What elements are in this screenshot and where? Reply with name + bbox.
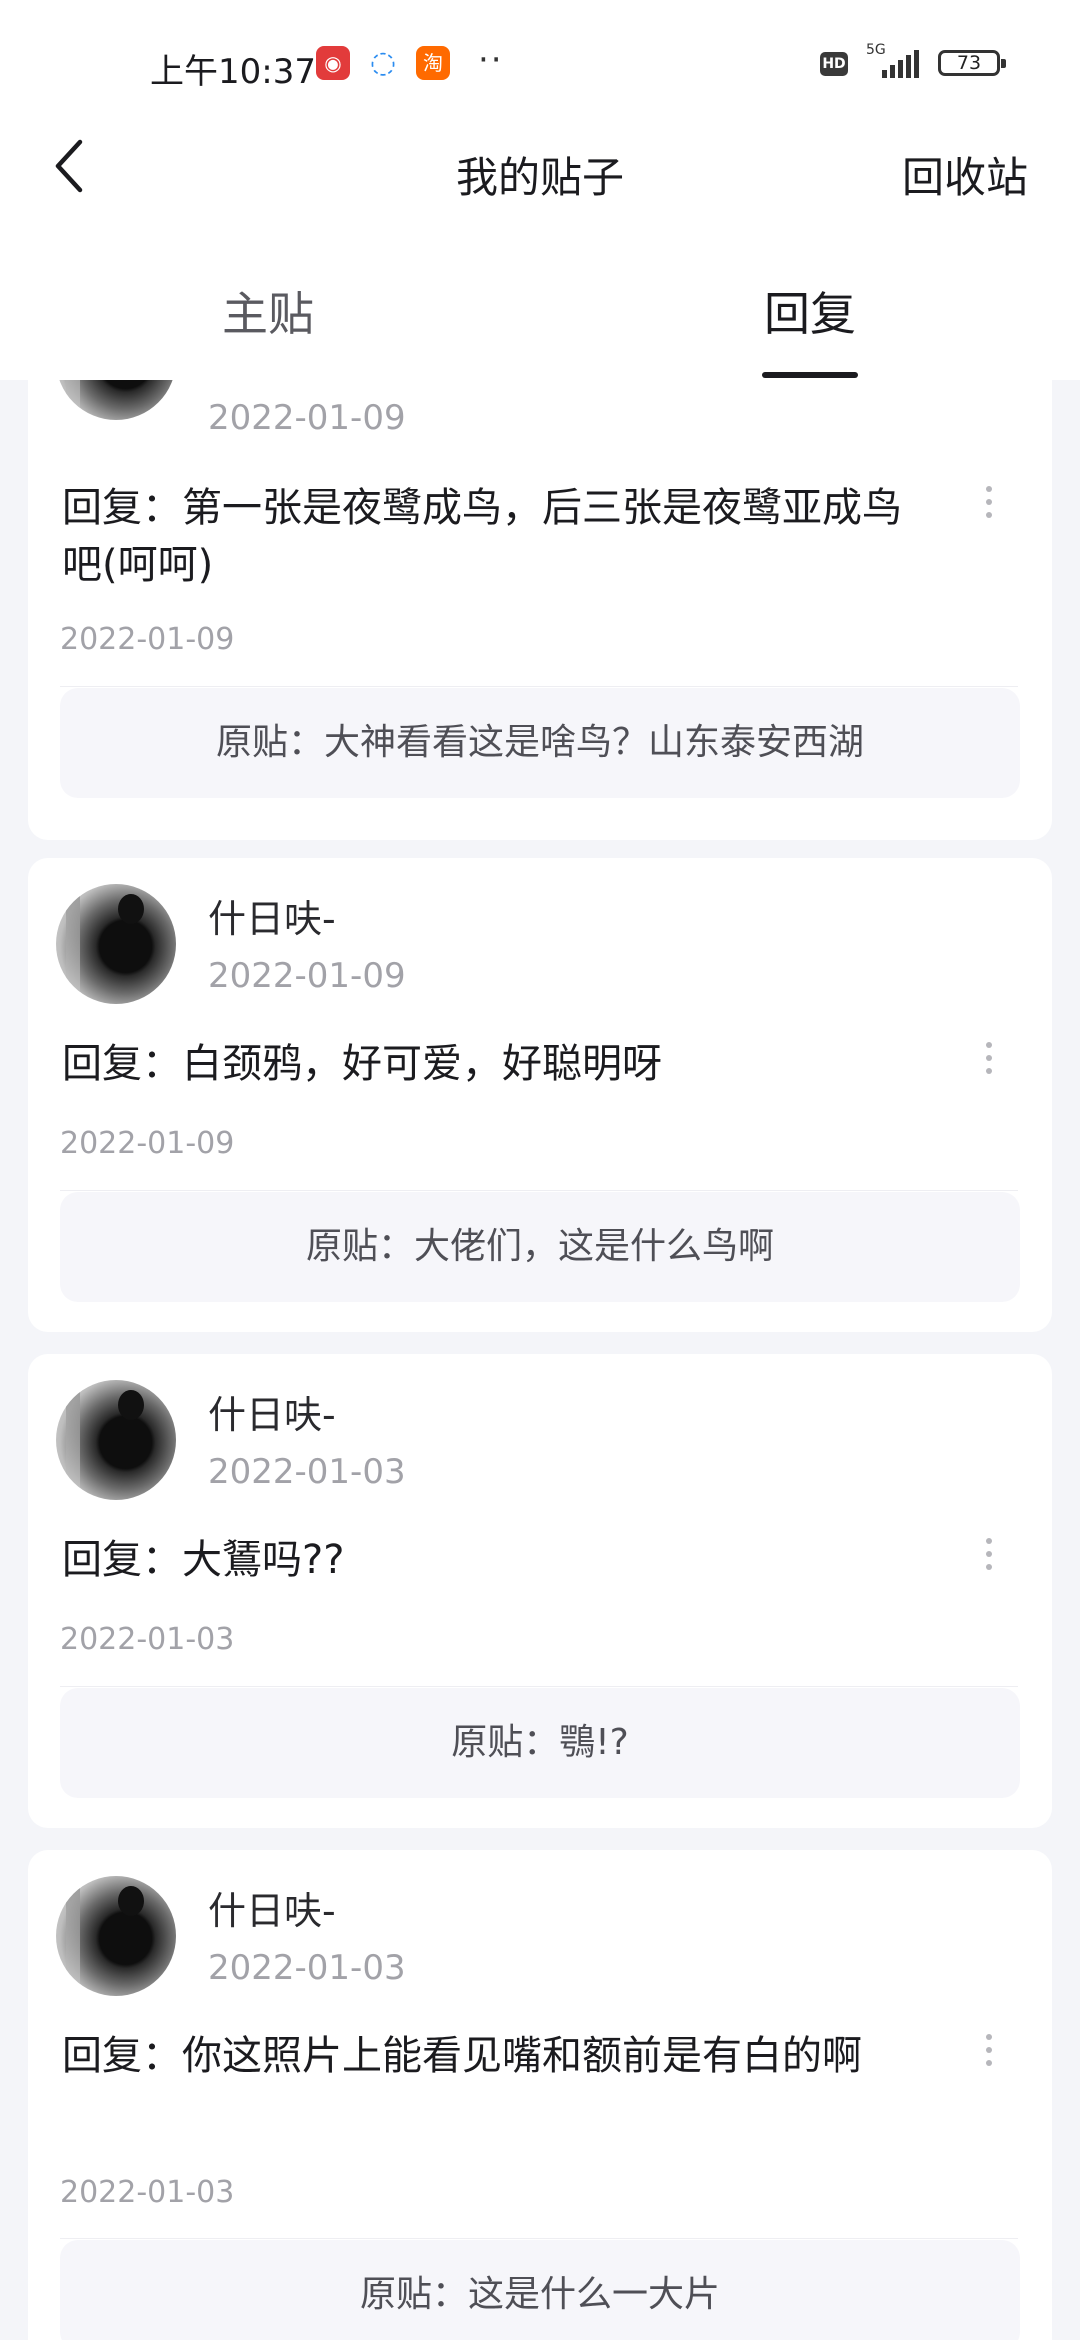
status-time: 上午10:37 [150,52,316,92]
post-time: 2022-01-09 [208,956,406,996]
reply-text[interactable]: 回复：你这照片上能看见嘴和额前是有白的啊 [62,2028,922,2085]
original-post-link[interactable]: 原贴：大佬们，这是什么鸟啊 [60,1192,1020,1302]
original-post-link[interactable]: 原贴：大神看看这是啥鸟？山东泰安西湖 [60,688,1020,798]
divider [60,1190,1018,1191]
reply-text[interactable]: 回复：白颈鸦，好可爱，好聪明呀 [62,1036,922,1093]
reply-list: 2022-01-09 回复：第一张是夜鹭成鸟，后三张是夜鹭亚成鸟吧(呵呵) 20… [0,380,1080,2340]
more-options-icon[interactable] [986,2034,994,2073]
tab-main-posts[interactable]: 主贴 [222,278,314,344]
netease-music-icon: ◉ [316,46,350,80]
more-options-icon[interactable] [986,1538,994,1577]
author-name[interactable]: 什日呋- [208,1384,336,1439]
more-options-icon[interactable] [986,486,994,525]
avatar[interactable] [56,1876,176,1996]
list-item[interactable]: 什日呋- 2022-01-03 回复：你这照片上能看见嘴和额前是有白的啊 202… [28,1850,1052,2340]
divider [60,1686,1018,1687]
list-item[interactable]: 什日呋- 2022-01-09 回复：白颈鸦，好可爱，好聪明呀 2022-01-… [28,858,1052,1332]
avatar[interactable] [56,884,176,1004]
taobao-icon: 淘 [416,46,450,80]
divider [60,686,1018,687]
browser-icon: ◌ [366,46,400,80]
status-bar: 上午10:37 ◉ ◌ 淘 ·· HD 5G 73 [0,0,1080,130]
divider [60,2238,1018,2239]
list-item[interactable]: 什日呋- 2022-01-03 回复：大鵟吗?? 2022-01-03 原贴：鶚… [28,1354,1052,1828]
more-options-icon[interactable] [986,1042,994,1081]
list-item[interactable]: 2022-01-09 回复：第一张是夜鹭成鸟，后三张是夜鹭亚成鸟吧(呵呵) 20… [28,380,1052,840]
post-time: 2022-01-03 [208,1948,406,1988]
avatar[interactable] [56,1380,176,1500]
reply-time: 2022-01-09 [60,1126,235,1161]
reply-time: 2022-01-03 [60,2175,235,2210]
signal-icon [882,50,919,78]
reply-text[interactable]: 回复：第一张是夜鹭成鸟，后三张是夜鹭亚成鸟吧(呵呵) [62,480,922,594]
author-name[interactable]: 什日呋- [208,1880,336,1935]
avatar[interactable] [56,380,176,420]
active-tab-indicator [762,372,858,378]
tab-replies[interactable]: 回复 [764,278,856,344]
author-name[interactable]: 什日呋- [208,888,336,943]
recycle-bin-button[interactable]: 回收站 [902,144,1028,205]
original-post-link[interactable]: 原贴：这是什么一大片 [60,2240,1020,2340]
reply-text[interactable]: 回复：大鵟吗?? [62,1532,922,1589]
reply-time: 2022-01-09 [60,622,235,657]
app-header: 我的贴子 回收站 主贴 回复 [0,130,1080,380]
battery-icon: 73 [938,50,1006,76]
original-post-link[interactable]: 原贴：鶚!? [60,1688,1020,1798]
post-time: 2022-01-03 [208,1452,406,1492]
hd-icon: HD [820,52,848,76]
more-notifications-icon: ·· [478,40,504,80]
post-time: 2022-01-09 [208,398,406,438]
reply-time: 2022-01-03 [60,1622,235,1657]
